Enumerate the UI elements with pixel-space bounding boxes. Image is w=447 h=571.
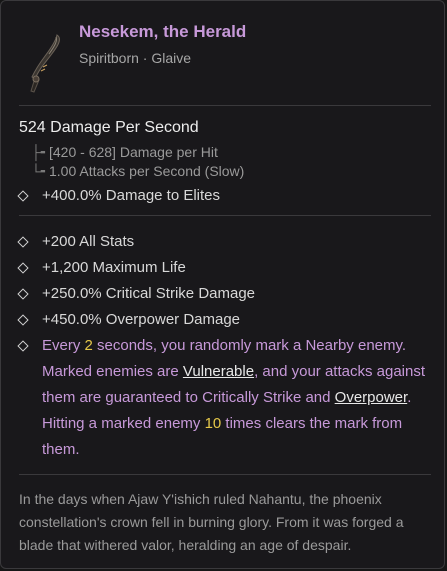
vulnerable-keyword[interactable]: Vulnerable	[183, 363, 254, 380]
glaive-icon	[30, 34, 60, 93]
damage-per-hit-text: [420 - 628] Damage per Hit	[49, 144, 218, 160]
diamond-bullet-icon	[17, 190, 29, 202]
highlight-number: 10	[204, 415, 222, 432]
diamond-bullet-icon	[17, 288, 29, 300]
branch-icon: └╸	[31, 163, 50, 179]
flavor-text: In the days when Ajaw Y'ishich ruled Nah…	[19, 491, 404, 553]
item-name: Nesekem, the Herald	[79, 22, 247, 41]
diamond-bullet-icon	[17, 314, 29, 326]
item-tooltip: Nesekem, the Herald Spiritborn · Glaive …	[0, 0, 445, 569]
affix-text: +200 All Stats	[42, 233, 135, 250]
affix-text: +1,200 Maximum Life	[42, 259, 186, 276]
attack-speed-text: 1.00 Attacks per Second (Slow)	[49, 163, 245, 179]
damage-per-hit: ├╸[420 - 628] Damage per Hit	[31, 144, 218, 161]
dps-value: 524 Damage Per Second	[19, 119, 199, 136]
implicit-affix-text: +400.0% Damage to Elites	[42, 187, 221, 204]
attack-speed: └╸1.00 Attacks per Second (Slow)	[31, 163, 244, 180]
divider	[19, 474, 431, 475]
item-type: Spiritborn · Glaive	[79, 50, 192, 66]
divider	[19, 215, 431, 216]
divider	[19, 105, 431, 106]
diamond-bullet-icon	[17, 340, 29, 352]
affix-text: +450.0% Overpower Damage	[42, 311, 241, 328]
diamond-bullet-icon	[17, 236, 29, 248]
tooltip-header: Nesekem, the Herald Spiritborn · Glaive	[1, 1, 446, 101]
legendary-power: Every 2 seconds, you randomly mark a Nea…	[17, 333, 442, 463]
diamond-bullet-icon	[17, 262, 29, 274]
branch-icon: ├╸	[31, 144, 50, 160]
legendary-text: Every	[42, 337, 85, 354]
highlight-number: 2	[84, 337, 93, 354]
overpower-keyword[interactable]: Overpower	[335, 389, 408, 406]
affix-text: +250.0% Critical Strike Damage	[42, 285, 256, 302]
